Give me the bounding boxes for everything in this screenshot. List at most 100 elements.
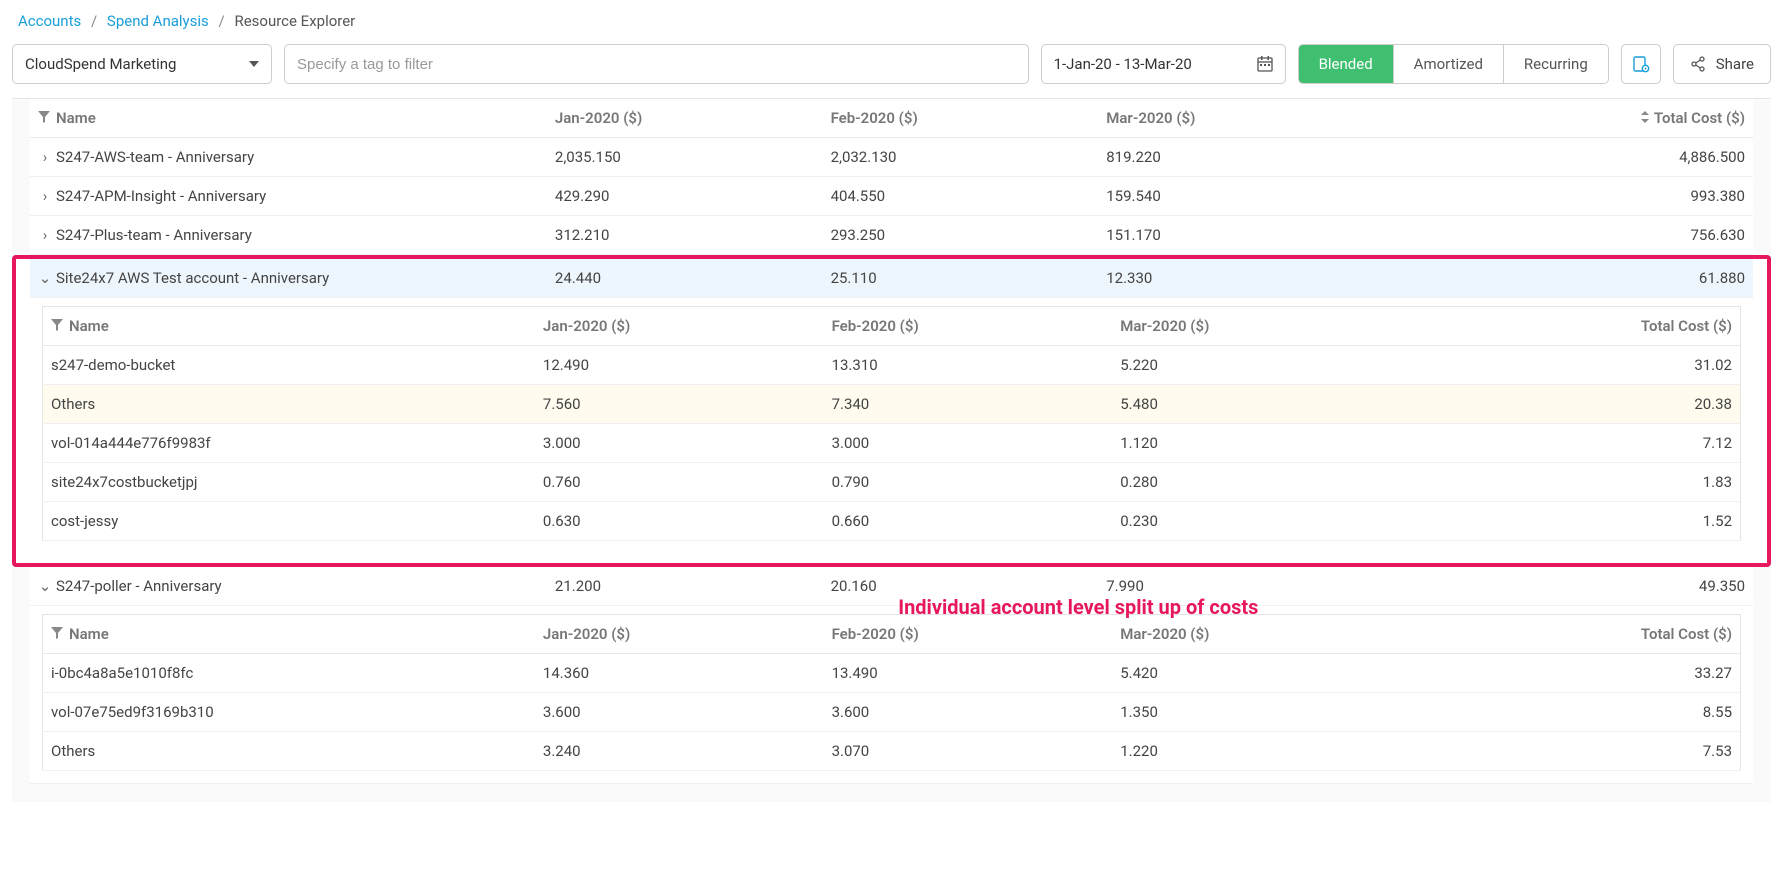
breadcrumb-spend-analysis[interactable]: Spend Analysis <box>107 12 209 30</box>
sub-row-mar: 5.220 <box>1112 346 1401 385</box>
sub-row-name: vol-07e75ed9f3169b310 <box>43 693 535 732</box>
row-feb: 20.160 <box>831 577 877 595</box>
breadcrumb-sep: / <box>219 12 225 30</box>
sub-col-jan[interactable]: Jan-2020 ($) <box>535 615 824 654</box>
col-jan-header[interactable]: Jan-2020 ($) <box>547 99 823 138</box>
share-label: Share <box>1716 55 1754 73</box>
share-button[interactable]: Share <box>1673 44 1771 84</box>
row-name: S247-APM-Insight - Anniversary <box>56 187 266 205</box>
sub-row-mar: 1.120 <box>1112 424 1401 463</box>
sub-row-jan: 3.600 <box>535 693 824 732</box>
share-icon <box>1690 56 1706 72</box>
sub-row-feb: 3.600 <box>824 693 1113 732</box>
sub-row-jan: 7.560 <box>535 385 824 424</box>
sub-col-mar[interactable]: Mar-2020 ($) <box>1112 307 1401 346</box>
breadcrumb-current: Resource Explorer <box>234 12 355 30</box>
sub-col-name[interactable]: Name <box>43 615 535 654</box>
account-select-label: CloudSpend Marketing <box>25 55 176 73</box>
table-row[interactable]: ›S247-APM-Insight - Anniversary 429.290 … <box>30 177 1753 216</box>
row-name: Site24x7 AWS Test account - Anniversary <box>56 269 329 287</box>
sort-icon <box>1640 111 1650 123</box>
sub-col-feb[interactable]: Feb-2020 ($) <box>824 307 1113 346</box>
table-row-expanded[interactable]: ⌄Site24x7 AWS Test account - Anniversary… <box>30 259 1753 298</box>
row-mar: 12.330 <box>1098 259 1374 298</box>
col-total-label: Total Cost ($) <box>1654 109 1745 127</box>
sub-row[interactable]: vol-07e75ed9f3169b310 3.600 3.600 1.350 … <box>43 693 1741 732</box>
sub-row-name: s247-demo-bucket <box>43 346 535 385</box>
sub-cost-table: Name Jan-2020 ($) Feb-2020 ($) Mar-2020 … <box>42 306 1741 541</box>
row-total: 4,886.500 <box>1374 138 1753 177</box>
sub-row[interactable]: vol-014a444e776f9983f 3.000 3.000 1.120 … <box>43 424 1741 463</box>
calendar-icon <box>1257 56 1273 72</box>
sub-row[interactable]: Others 7.560 7.340 5.480 20.38 <box>43 385 1741 424</box>
sub-col-name[interactable]: Name <box>43 307 535 346</box>
tag-filter-input-wrap[interactable] <box>284 44 1029 84</box>
table-row[interactable]: ›S247-Plus-team - Anniversary 312.210 29… <box>30 216 1753 255</box>
date-range-picker[interactable]: 1-Jan-20 - 13-Mar-20 <box>1041 44 1286 84</box>
sub-row-jan: 0.630 <box>535 502 824 541</box>
seg-amortized[interactable]: Amortized <box>1393 45 1503 83</box>
row-mar: 151.170 <box>1098 216 1374 255</box>
sub-row-total: 31.02 <box>1401 346 1741 385</box>
col-mar-header[interactable]: Mar-2020 ($) <box>1098 99 1374 138</box>
sub-row[interactable]: cost-jessy 0.630 0.660 0.230 1.52 <box>43 502 1741 541</box>
filter-icon <box>38 111 50 123</box>
annotation-label: Individual account level split up of cos… <box>898 589 1258 621</box>
cost-table: Name Jan-2020 ($) Feb-2020 ($) Mar-2020 … <box>30 99 1753 784</box>
row-feb: 293.250 <box>823 216 1099 255</box>
sub-col-jan[interactable]: Jan-2020 ($) <box>535 307 824 346</box>
row-jan: 21.200 <box>547 567 823 606</box>
sub-row[interactable]: site24x7costbucketjpj 0.760 0.790 0.280 … <box>43 463 1741 502</box>
seg-blended[interactable]: Blended <box>1299 45 1393 83</box>
caret-down-icon <box>249 61 259 67</box>
chevron-right-icon: › <box>38 187 52 205</box>
sub-row-feb: 3.070 <box>824 732 1113 771</box>
account-select[interactable]: CloudSpend Marketing <box>12 44 272 84</box>
sub-row-feb: 7.340 <box>824 385 1113 424</box>
table-header-row: Name Jan-2020 ($) Feb-2020 ($) Mar-2020 … <box>30 99 1753 138</box>
row-name: S247-poller - Anniversary <box>56 577 222 595</box>
row-mar: 159.540 <box>1098 177 1374 216</box>
sub-row-feb: 13.490 <box>824 654 1113 693</box>
date-range-label: 1-Jan-20 - 13-Mar-20 <box>1054 55 1192 73</box>
sub-row-mar: 0.280 <box>1112 463 1401 502</box>
sub-row-feb: 0.790 <box>824 463 1113 502</box>
col-total-header[interactable]: Total Cost ($) <box>1374 99 1753 138</box>
sub-row-total: 7.53 <box>1401 732 1741 771</box>
col-name-label: Name <box>56 109 96 127</box>
row-jan: 2,035.150 <box>547 138 823 177</box>
sub-row-total: 33.27 <box>1401 654 1741 693</box>
row-total: 993.380 <box>1374 177 1753 216</box>
seg-recurring[interactable]: Recurring <box>1503 45 1608 83</box>
toolbar: CloudSpend Marketing 1-Jan-20 - 13-Mar-2… <box>12 40 1771 98</box>
sub-col-name-label: Name <box>69 625 109 643</box>
sub-row-mar: 5.480 <box>1112 385 1401 424</box>
col-name-header[interactable]: Name <box>30 99 547 138</box>
breadcrumb: Accounts / Spend Analysis / Resource Exp… <box>12 8 1771 40</box>
row-feb: 404.550 <box>823 177 1099 216</box>
subtable-header-row: Name Jan-2020 ($) Feb-2020 ($) Mar-2020 … <box>43 615 1741 654</box>
sub-row-feb: 13.310 <box>824 346 1113 385</box>
sub-col-total[interactable]: Total Cost ($) <box>1401 615 1741 654</box>
chevron-down-icon: ⌄ <box>38 269 52 287</box>
sub-row-mar: 0.230 <box>1112 502 1401 541</box>
sub-col-total[interactable]: Total Cost ($) <box>1401 307 1741 346</box>
sub-row[interactable]: s247-demo-bucket 12.490 13.310 5.220 31.… <box>43 346 1741 385</box>
breadcrumb-accounts[interactable]: Accounts <box>18 12 81 30</box>
chevron-right-icon: › <box>38 148 52 166</box>
settings-button[interactable] <box>1621 44 1661 84</box>
table-row-expanded[interactable]: ⌄S247-poller - Anniversary 21.200 20.160… <box>30 567 1753 606</box>
sub-row[interactable]: i-0bc4a8a5e1010f8fc 14.360 13.490 5.420 … <box>43 654 1741 693</box>
row-feb: 2,032.130 <box>823 138 1099 177</box>
tag-filter-input[interactable] <box>297 56 1016 73</box>
col-feb-header[interactable]: Feb-2020 ($) <box>823 99 1099 138</box>
sub-row-name: site24x7costbucketjpj <box>43 463 535 502</box>
highlighted-section: ⌄Site24x7 AWS Test account - Anniversary… <box>12 255 1771 567</box>
sub-row[interactable]: Others 3.240 3.070 1.220 7.53 <box>43 732 1741 771</box>
sub-row-total: 7.12 <box>1401 424 1741 463</box>
table-row[interactable]: ›S247-AWS-team - Anniversary 2,035.150 2… <box>30 138 1753 177</box>
chevron-down-icon: ⌄ <box>38 577 52 595</box>
row-total: 756.630 <box>1374 216 1753 255</box>
filter-icon <box>51 319 63 331</box>
row-total: 61.880 <box>1374 259 1753 298</box>
